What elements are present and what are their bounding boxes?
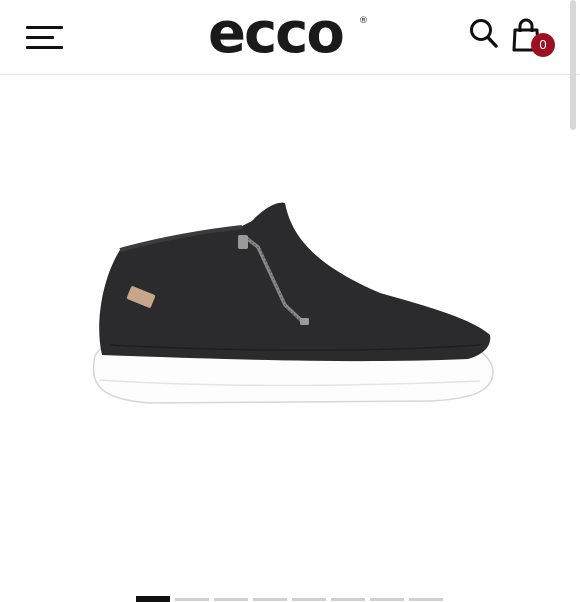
menu-line-icon (26, 26, 63, 29)
ecco-logo[interactable]: ecco ® (208, 6, 374, 62)
gallery-pagination (136, 596, 456, 602)
product-shoe-image[interactable] (80, 195, 500, 415)
gallery-dot[interactable] (214, 598, 248, 601)
menu-line-icon (26, 36, 54, 39)
search-button[interactable] (469, 18, 499, 50)
product-image-gallery[interactable] (0, 75, 580, 602)
cart-count-badge: 0 (531, 33, 555, 57)
logo-wordmark: ecco (208, 1, 345, 66)
gallery-dot[interactable] (253, 598, 287, 601)
gallery-dot[interactable] (136, 596, 170, 602)
gallery-dot[interactable] (370, 598, 404, 601)
menu-button[interactable] (26, 24, 66, 52)
registered-mark: ® (359, 16, 368, 26)
gallery-dot[interactable] (409, 598, 443, 601)
site-header: ecco ® 0 (0, 0, 580, 75)
gallery-dot[interactable] (292, 598, 326, 601)
search-icon (470, 19, 498, 48)
menu-line-icon (26, 46, 63, 49)
cart-button[interactable]: 0 (512, 18, 556, 60)
gallery-dot[interactable] (331, 598, 365, 601)
gallery-dot[interactable] (175, 598, 209, 601)
